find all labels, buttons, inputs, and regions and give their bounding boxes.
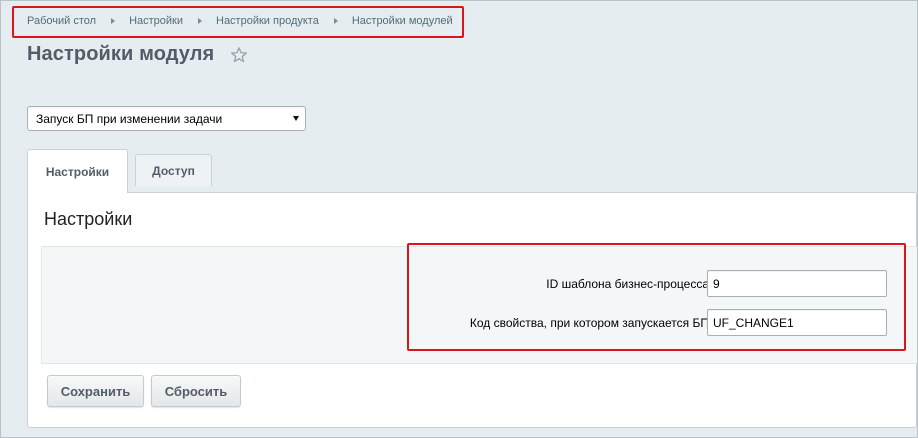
module-select-value: Запуск БП при изменении задачи (36, 111, 223, 126)
reset-button[interactable]: Сбросить (151, 375, 241, 407)
breadcrumb-item-module-settings[interactable]: Настройки модулей (352, 15, 453, 27)
module-select[interactable]: Запуск БП при изменении задачи (27, 106, 306, 131)
page-title: Настройки модуля (27, 43, 215, 65)
property-code-label: Код свойства, при котором запускается БП (469, 316, 709, 330)
property-code-input[interactable] (707, 309, 887, 336)
breadcrumb-item-product-settings[interactable]: Настройки продукта (216, 15, 319, 27)
tab-settings[interactable]: Настройки (27, 149, 128, 193)
title-row: Настройки модуля (27, 43, 248, 66)
breadcrumb-separator-icon (111, 18, 116, 24)
chevron-down-icon (293, 116, 299, 121)
breadcrumb-separator-icon (198, 18, 202, 24)
save-button[interactable]: Сохранить (47, 375, 144, 407)
breadcrumb: Рабочий стол Настройки Настройки продукт… (27, 15, 453, 27)
form-area: ID шаблона бизнес-процесса Код свойства,… (41, 246, 917, 364)
section-title: Настройки (44, 209, 133, 229)
tab-access[interactable]: Доступ (135, 154, 212, 186)
template-id-input[interactable] (707, 270, 887, 297)
breadcrumb-separator-icon (333, 18, 338, 24)
breadcrumb-item-desktop[interactable]: Рабочий стол (27, 15, 96, 27)
breadcrumb-item-settings[interactable]: Настройки (129, 15, 183, 27)
template-id-label: ID шаблона бизнес-процесса (546, 277, 709, 291)
star-icon[interactable] (230, 46, 248, 64)
